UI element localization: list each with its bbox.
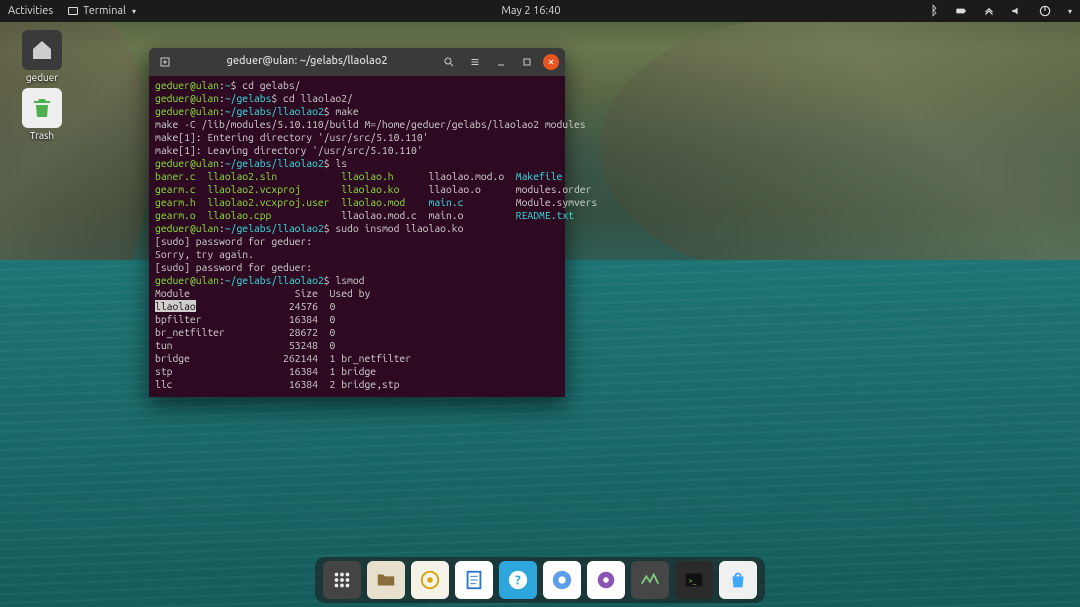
chevron-down-icon: ▾ xyxy=(1068,7,1072,16)
dock-rhythmbox[interactable] xyxy=(411,561,449,599)
volume-icon xyxy=(1010,4,1024,18)
dock-libreoffice-writer[interactable] xyxy=(455,561,493,599)
terminal-icon: >_ xyxy=(683,569,705,591)
search-button[interactable] xyxy=(439,52,459,72)
svg-text:>_: >_ xyxy=(689,577,697,585)
dock-chromium[interactable] xyxy=(543,561,581,599)
menu-button[interactable] xyxy=(465,52,485,72)
dock-software[interactable] xyxy=(719,561,757,599)
appmenu-terminal[interactable]: Terminal ▾ xyxy=(67,5,136,17)
document-icon xyxy=(463,569,485,591)
home-icon xyxy=(30,38,54,62)
terminal-icon xyxy=(67,5,79,17)
desktop-home-icon[interactable]: geduer xyxy=(15,30,69,83)
dock-system-monitor[interactable] xyxy=(631,561,669,599)
folder-icon xyxy=(375,569,397,591)
battery-icon xyxy=(954,4,968,18)
apps-grid-icon xyxy=(331,569,353,591)
help-icon: ? xyxy=(507,569,529,591)
window-title: geduer@ulan: ~/gelabs/llaolao2 xyxy=(181,55,433,69)
camera-icon xyxy=(595,569,617,591)
dock[interactable]: ? >_ xyxy=(315,557,765,603)
new-tab-button[interactable] xyxy=(155,52,175,72)
maximize-button[interactable] xyxy=(517,52,537,72)
chevron-down-icon: ▾ xyxy=(132,7,136,16)
terminal-titlebar[interactable]: geduer@ulan: ~/gelabs/llaolao2 xyxy=(149,48,565,76)
power-icon xyxy=(1038,4,1052,18)
terminal-body[interactable]: geduer@ulan:~$ cd gelabs/ geduer@ulan:~/… xyxy=(149,76,565,397)
terminal-window[interactable]: geduer@ulan: ~/gelabs/llaolao2 geduer@ul… xyxy=(149,48,565,397)
dock-screenshot[interactable] xyxy=(587,561,625,599)
trash-icon xyxy=(30,96,54,120)
clock[interactable]: May 2 16:40 xyxy=(501,5,560,17)
dock-terminal[interactable]: >_ xyxy=(675,561,713,599)
network-icon xyxy=(982,4,996,18)
close-button[interactable] xyxy=(543,54,559,70)
dock-show-apps[interactable] xyxy=(323,561,361,599)
search-icon xyxy=(443,56,455,68)
minimize-button[interactable] xyxy=(491,52,511,72)
desktop-trash-icon[interactable]: Trash xyxy=(15,88,69,141)
svg-text:?: ? xyxy=(515,574,521,588)
monitor-icon xyxy=(639,569,661,591)
gnome-topbar: Activities Terminal ▾ May 2 16:40 ▾ xyxy=(0,0,1080,22)
activities-button[interactable]: Activities xyxy=(8,5,53,17)
hamburger-icon xyxy=(469,56,481,68)
shopping-bag-icon xyxy=(727,569,749,591)
dock-help[interactable]: ? xyxy=(499,561,537,599)
system-tray[interactable]: ▾ xyxy=(926,4,1072,18)
bluetooth-icon xyxy=(926,4,940,18)
speaker-icon xyxy=(419,569,441,591)
dock-files[interactable] xyxy=(367,561,405,599)
chromium-icon xyxy=(551,569,573,591)
